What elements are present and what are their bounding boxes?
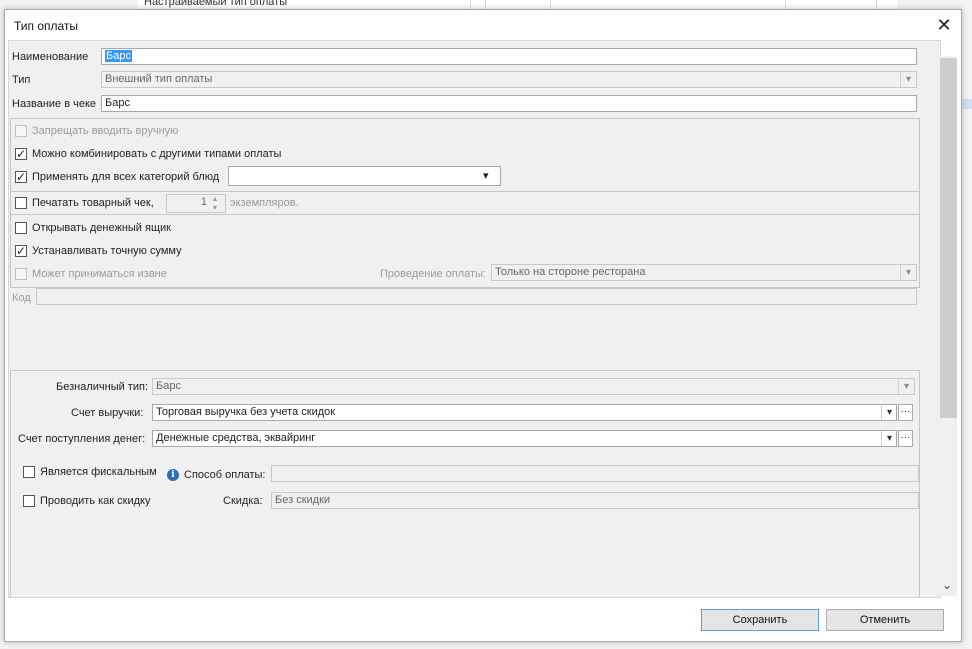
cashless-type-label: Безналичный тип: xyxy=(56,381,149,393)
cashless-type-value: Барс xyxy=(156,380,181,392)
name-label: Наименование xyxy=(12,51,89,63)
chevron-down-icon[interactable]: ▾ xyxy=(483,169,489,182)
as-discount-label: Проводить как скидку xyxy=(40,495,151,507)
type-label: Тип xyxy=(12,74,31,86)
dialog-title: Тип оплаты xyxy=(14,19,79,33)
external-checkbox[interactable] xyxy=(15,268,27,280)
exact-sum-checkbox[interactable]: ✓ xyxy=(15,245,27,257)
background-row-text: Настраиваемый тип оплаты xyxy=(144,0,288,8)
name-input-value: Барс xyxy=(105,50,132,62)
scrollbar-thumb[interactable] xyxy=(940,58,957,418)
copies-value: 1 xyxy=(200,196,207,208)
payment-method-select[interactable] xyxy=(271,465,919,482)
revenue-account-browse-button[interactable]: ··· xyxy=(898,404,913,421)
chevron-down-icon[interactable]: ▾ xyxy=(900,72,916,87)
exact-sum-label: Устанавливать точную сумму xyxy=(32,245,182,257)
print-check-label: Печатать товарный чек, xyxy=(32,197,154,209)
posting-label: Проведение оплаты: xyxy=(380,268,487,280)
chevron-down-icon[interactable]: ▾ xyxy=(881,431,897,446)
close-icon[interactable]: ✕ xyxy=(933,14,955,36)
spin-up-icon[interactable]: ▴ xyxy=(213,194,217,203)
print-check-checkbox[interactable] xyxy=(15,197,27,209)
combine-label: Можно комбинировать с другими типами опл… xyxy=(32,148,282,160)
categories-select[interactable] xyxy=(228,166,501,186)
open-drawer-checkbox[interactable] xyxy=(15,222,27,234)
receipt-name-value: Барс xyxy=(105,97,130,109)
apply-all-checkbox[interactable]: ✓ xyxy=(15,171,27,183)
fiscal-checkbox[interactable] xyxy=(23,466,35,478)
dialog-titlebar: Тип оплаты ✕ xyxy=(5,10,961,40)
apply-all-label: Применять для всех категорий блюд xyxy=(32,171,220,183)
revenue-account-value: Торговая выручка без учета скидок xyxy=(156,406,336,418)
chevron-down-icon[interactable]: ▾ xyxy=(898,379,914,394)
discount-value: Без скидки xyxy=(275,494,331,506)
cancel-button[interactable]: Отменить xyxy=(826,609,944,631)
chevron-down-icon[interactable]: ▾ xyxy=(900,265,916,280)
open-drawer-label: Открывать денежный ящик xyxy=(32,222,171,234)
cashless-type-select[interactable]: Барс xyxy=(152,378,915,395)
money-account-browse-button[interactable]: ··· xyxy=(898,430,913,447)
scroll-down-icon[interactable]: ⌄ xyxy=(942,578,952,592)
as-discount-checkbox[interactable] xyxy=(23,495,35,507)
money-account-value: Денежные средства, эквайринг xyxy=(156,432,316,444)
discount-select[interactable]: Без скидки xyxy=(271,492,919,509)
discount-label: Скидка: xyxy=(223,495,263,507)
external-label: Может приниматься извне xyxy=(32,268,167,280)
payment-type-dialog: Тип оплаты ✕ Наименование Барс Тип Внешн… xyxy=(4,9,962,642)
copies-suffix: экземпляров. xyxy=(230,197,299,209)
chevron-down-icon[interactable]: ▾ xyxy=(881,405,897,420)
spin-down-icon[interactable]: ▾ xyxy=(213,203,217,212)
money-account-label: Счет поступления денег: xyxy=(18,433,146,445)
type-select-value: Внешний тип оплаты xyxy=(105,73,213,85)
revenue-account-label: Счет выручки: xyxy=(71,407,144,419)
posting-value: Только на стороне ресторана xyxy=(495,266,646,278)
name-input[interactable]: Барс xyxy=(101,48,917,65)
money-account-select[interactable]: Денежные средства, эквайринг xyxy=(152,430,897,447)
save-button[interactable]: Сохранить xyxy=(701,609,819,631)
receipt-name-label: Название в чеке xyxy=(12,98,97,110)
type-select[interactable]: Внешний тип оплаты xyxy=(101,71,917,88)
forbid-manual-label: Запрещать вводить вручную xyxy=(32,125,179,137)
fiscal-label: Является фискальным xyxy=(40,466,157,478)
code-input[interactable] xyxy=(36,288,917,305)
forbid-manual-checkbox[interactable] xyxy=(15,125,27,137)
receipt-name-input[interactable]: Барс xyxy=(101,95,917,112)
combine-checkbox[interactable]: ✓ xyxy=(15,148,27,160)
posting-select[interactable]: Только на стороне ресторана xyxy=(491,264,917,281)
code-label: Код xyxy=(12,292,31,304)
payment-method-label: Способ оплаты: xyxy=(184,469,266,481)
dialog-content: Наименование Барс Тип Внешний тип оплаты… xyxy=(8,40,941,598)
info-icon[interactable]: i xyxy=(167,469,179,481)
revenue-account-select[interactable]: Торговая выручка без учета скидок xyxy=(152,404,897,421)
